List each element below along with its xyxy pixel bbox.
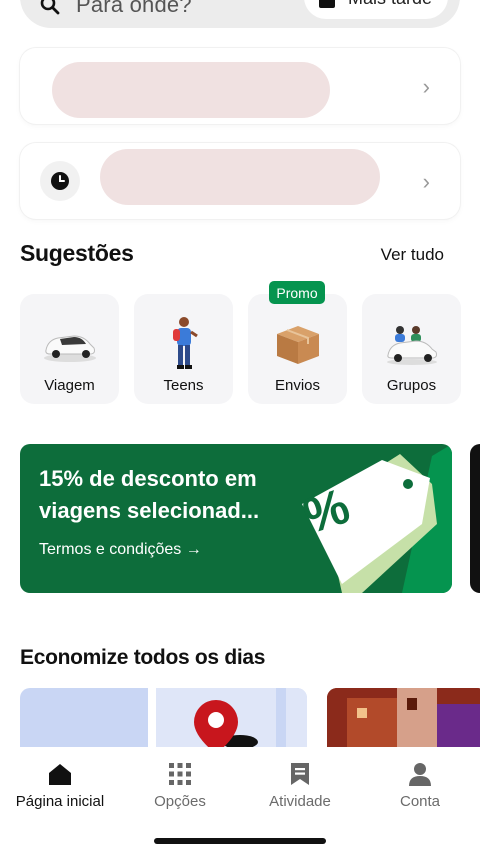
clock-icon	[51, 172, 69, 190]
savings-card[interactable]	[20, 688, 307, 748]
search-icon	[40, 0, 60, 15]
city-illustration	[327, 688, 480, 748]
map-pin-icon	[194, 700, 258, 748]
savings-card[interactable]	[327, 688, 480, 748]
terms-link[interactable]: Termos e condições →	[39, 541, 202, 559]
suggestion-label: Viagem	[44, 377, 95, 394]
banner-title-line: viagens selecionad...	[39, 498, 260, 523]
suggestion-label: Teens	[163, 377, 204, 394]
redacted-address	[52, 62, 330, 118]
suggestions-title: Sugestões	[20, 240, 134, 266]
schedule-later-label: Mais tarde	[348, 0, 432, 9]
suggestion-label: Envios	[274, 377, 321, 394]
group-car-icon	[362, 316, 461, 372]
suggestion-label: Grupos	[386, 377, 437, 394]
person-icon	[409, 763, 431, 786]
teen-icon	[134, 316, 233, 372]
suggestion-teens[interactable]: Teens	[134, 294, 233, 404]
nav-account[interactable]: Conta	[360, 761, 480, 810]
car-icon	[20, 316, 119, 372]
savings-title: Economize todos os dias	[20, 646, 266, 669]
redacted-address	[100, 149, 380, 205]
promo-banner[interactable]: 15% de desconto em viagens selecionad...…	[20, 444, 452, 593]
nav-home[interactable]: Página inicial	[0, 761, 120, 810]
search-bar[interactable]: Para onde? Mais tarde	[20, 0, 460, 28]
receipt-icon	[291, 763, 309, 785]
banner-title-line: 15% de desconto em	[39, 466, 257, 491]
nav-label: Atividade	[269, 793, 331, 810]
suggestion-ride[interactable]: Viagem	[20, 294, 119, 404]
home-indicator[interactable]	[154, 838, 326, 844]
nav-activity[interactable]: Atividade	[240, 761, 360, 810]
card-divider	[148, 688, 156, 748]
nav-options[interactable]: Opções	[120, 761, 240, 810]
nav-label: Conta	[399, 793, 441, 810]
calendar-icon	[319, 0, 335, 8]
schedule-later-button[interactable]: Mais tarde	[304, 0, 448, 19]
suggestion-packages[interactable]: Envios	[248, 294, 347, 404]
suggestion-groups[interactable]: Grupos	[362, 294, 461, 404]
home-icon	[49, 764, 71, 785]
clock-icon-container	[40, 161, 80, 201]
promo-badge: Promo	[269, 281, 325, 304]
nav-label: Página inicial	[15, 793, 105, 810]
banner-title: 15% de desconto em viagens selecionad...	[39, 463, 309, 527]
chevron-right-icon: ›	[422, 74, 430, 99]
see-all-link[interactable]: Ver tudo	[381, 245, 444, 265]
home-screen: Para onde? Mais tarde › › Sugestões Ver …	[0, 0, 480, 854]
recent-place-card[interactable]: ›	[20, 48, 460, 124]
nav-label: Opções	[154, 793, 206, 810]
next-banner-peek[interactable]	[470, 444, 480, 593]
grid-icon	[169, 763, 191, 785]
package-icon	[248, 316, 347, 372]
recent-place-card[interactable]: ›	[20, 143, 460, 219]
map-panel	[286, 688, 307, 748]
chevron-right-icon: ›	[422, 169, 430, 194]
search-placeholder: Para onde?	[76, 0, 192, 17]
